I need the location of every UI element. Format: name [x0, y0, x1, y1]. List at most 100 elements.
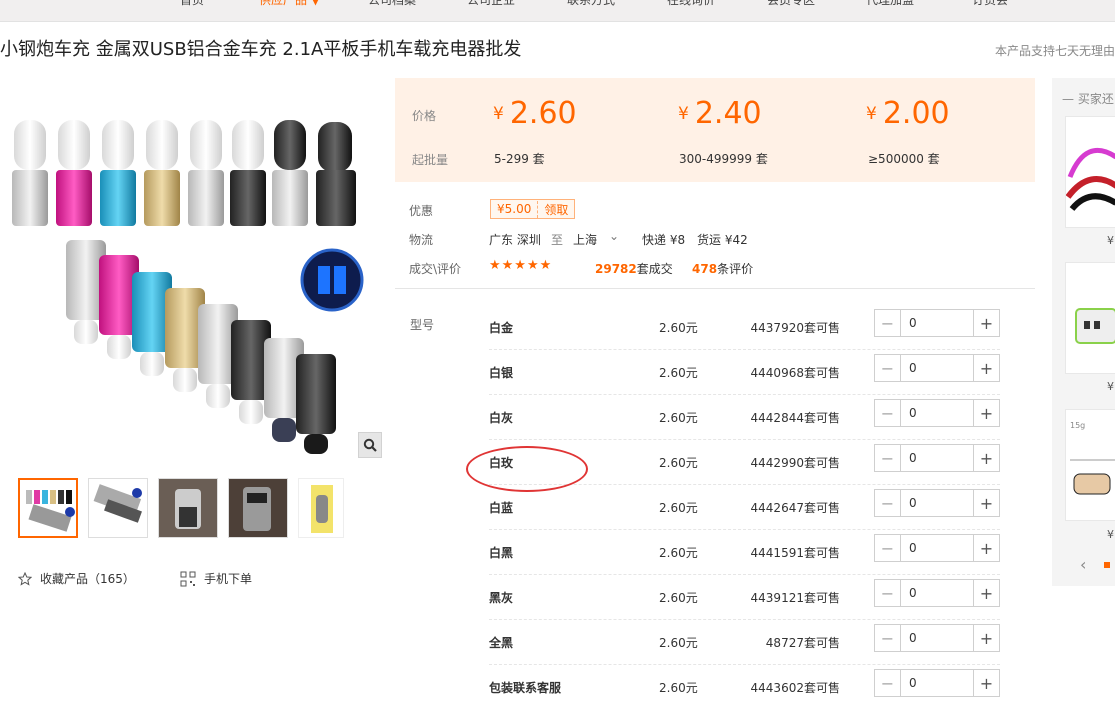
decrease-button[interactable]: − — [875, 625, 901, 651]
nav-order-fair[interactable]: 订货会 — [972, 0, 1008, 8]
decrease-button[interactable]: − — [875, 670, 901, 696]
increase-button[interactable]: + — [973, 535, 999, 561]
sku-price: 2.60元 — [659, 456, 698, 470]
sku-price: 2.60元 — [659, 501, 698, 515]
chevron-down-icon[interactable]: ⌄ — [609, 229, 619, 243]
favorite-product[interactable]: 收藏产品（165） — [18, 570, 135, 587]
sku-label: 型号 — [410, 318, 435, 332]
nav-company-profile[interactable]: 公司档案 — [368, 0, 416, 8]
decrease-button[interactable]: − — [875, 400, 901, 426]
coupon-amount: ¥5.00 — [497, 202, 532, 216]
quantity-input[interactable]: 0 — [901, 490, 973, 516]
thumbnail-5[interactable] — [298, 478, 344, 538]
nav-members[interactable]: 会员专区 — [767, 0, 815, 8]
tier-range-3: ≥500000 套 — [868, 152, 940, 166]
coupon[interactable]: ¥5.00 领取 — [490, 199, 576, 219]
zoom-button[interactable] — [358, 432, 382, 458]
recommend-sidebar: — 买家还 ¥ ¥ 15g ¥ ‹ — [1052, 78, 1115, 586]
recommend-item-2[interactable] — [1065, 262, 1115, 374]
sku-price: 2.60元 — [659, 681, 698, 695]
star-outline-icon — [18, 571, 32, 586]
mobile-order-label: 手机下单 — [204, 572, 253, 586]
nav-inquiry[interactable]: 在线询价 — [667, 0, 715, 8]
nav-agency[interactable]: 代理加盟 — [866, 0, 914, 8]
sku-stock: 4443602套可售 — [750, 681, 840, 695]
recommend-item-3[interactable]: 15g — [1065, 409, 1115, 521]
quantity-stepper[interactable]: − 0 + — [874, 444, 1000, 472]
sku-row: 白灰 2.60元 4442844套可售 − 0 + — [489, 395, 1000, 440]
quantity-input[interactable]: 0 — [901, 310, 973, 336]
recommend-item-1[interactable] — [1065, 116, 1115, 228]
ship-to-select[interactable]: 上海 — [573, 231, 597, 248]
increase-button[interactable]: + — [973, 670, 999, 696]
tier-price-2: ¥2.40 — [678, 96, 762, 131]
rating-stars: ★★★★★ — [489, 258, 553, 273]
sku-name: 黑灰 — [489, 591, 514, 605]
thumbnail-4[interactable] — [228, 478, 288, 538]
quantity-stepper[interactable]: − 0 + — [874, 399, 1000, 427]
decrease-button[interactable]: − — [875, 310, 901, 336]
logistics-label: 物流 — [409, 233, 434, 247]
decrease-button[interactable]: − — [875, 580, 901, 606]
quantity-input[interactable]: 0 — [901, 625, 973, 651]
quantity-input[interactable]: 0 — [901, 580, 973, 606]
sku-row: 白黑 2.60元 4441591套可售 − 0 + — [489, 530, 1000, 575]
nav-home[interactable]: 首页 — [180, 0, 204, 8]
quantity-input[interactable]: 0 — [901, 400, 973, 426]
main-product-image[interactable] — [6, 100, 382, 460]
quantity-stepper[interactable]: − 0 + — [874, 489, 1000, 517]
sku-price: 2.60元 — [659, 366, 698, 380]
favorite-label: 收藏产品（165） — [40, 572, 135, 586]
decrease-button[interactable]: − — [875, 535, 901, 561]
increase-button[interactable]: + — [973, 310, 999, 336]
carousel-dot[interactable] — [1104, 562, 1110, 568]
sidebar-title: — 买家还 — [1062, 92, 1114, 106]
thumbnail-3[interactable] — [158, 478, 218, 538]
increase-button[interactable]: + — [973, 490, 999, 516]
quantity-stepper[interactable]: − 0 + — [874, 309, 1000, 337]
quantity-stepper[interactable]: − 0 + — [874, 624, 1000, 652]
thumbnail-1[interactable] — [18, 478, 78, 538]
mobile-order[interactable]: 手机下单 — [180, 570, 252, 587]
ship-from: 广东 深圳 — [489, 233, 541, 247]
increase-button[interactable]: + — [973, 625, 999, 651]
increase-button[interactable]: + — [973, 400, 999, 426]
sku-row: 黑灰 2.60元 4439121套可售 − 0 + — [489, 575, 1000, 620]
quantity-stepper[interactable]: − 0 + — [874, 354, 1000, 382]
nav-products[interactable]: 供应产品 ▼ — [259, 0, 320, 8]
express-fee: 快递 ¥8 — [642, 233, 686, 247]
nav-contact[interactable]: 联系方式 — [567, 0, 615, 8]
sku-stock: 4442647套可售 — [750, 501, 840, 515]
quantity-stepper[interactable]: − 0 + — [874, 669, 1000, 697]
decrease-button[interactable]: − — [875, 445, 901, 471]
review-count[interactable]: 478条评价 — [692, 260, 753, 277]
moq-label: 起批量 — [412, 153, 449, 167]
recommend-price-1: ¥ — [1107, 234, 1114, 247]
sku-name: 白蓝 — [489, 501, 514, 515]
quantity-input[interactable]: 0 — [901, 670, 973, 696]
price-box: 价格 起批量 ¥2.60 ¥2.40 ¥2.00 5-299 套 300-499… — [395, 78, 1035, 182]
sku-row: 白银 2.60元 4440968套可售 − 0 + — [489, 350, 1000, 395]
quantity-stepper[interactable]: − 0 + — [874, 534, 1000, 562]
quantity-input[interactable]: 0 — [901, 445, 973, 471]
increase-button[interactable]: + — [973, 580, 999, 606]
thumbnail-2[interactable] — [88, 478, 148, 538]
coupon-claim-button[interactable]: 领取 — [537, 200, 574, 218]
decrease-button[interactable]: − — [875, 490, 901, 516]
increase-button[interactable]: + — [973, 355, 999, 381]
return-policy-note: 本产品支持七天无理由 — [994, 44, 1115, 58]
quantity-stepper[interactable]: − 0 + — [874, 579, 1000, 607]
nav-company[interactable]: 公司企业 — [467, 0, 515, 8]
sku-price: 2.60元 — [659, 411, 698, 425]
sku-row: 白金 2.60元 4437920套可售 − 0 + — [489, 305, 1000, 350]
chevron-left-icon[interactable]: ‹ — [1080, 555, 1086, 574]
tier-range-1: 5-299 套 — [494, 152, 545, 166]
quantity-input[interactable]: 0 — [901, 355, 973, 381]
sku-name: 白金 — [489, 321, 514, 335]
sku-name: 包装联系客服 — [489, 681, 562, 695]
decrease-button[interactable]: − — [875, 355, 901, 381]
increase-button[interactable]: + — [973, 445, 999, 471]
deal-count[interactable]: 29782套成交 — [595, 260, 673, 277]
quantity-input[interactable]: 0 — [901, 535, 973, 561]
recommend-price-3: ¥ — [1107, 528, 1114, 541]
